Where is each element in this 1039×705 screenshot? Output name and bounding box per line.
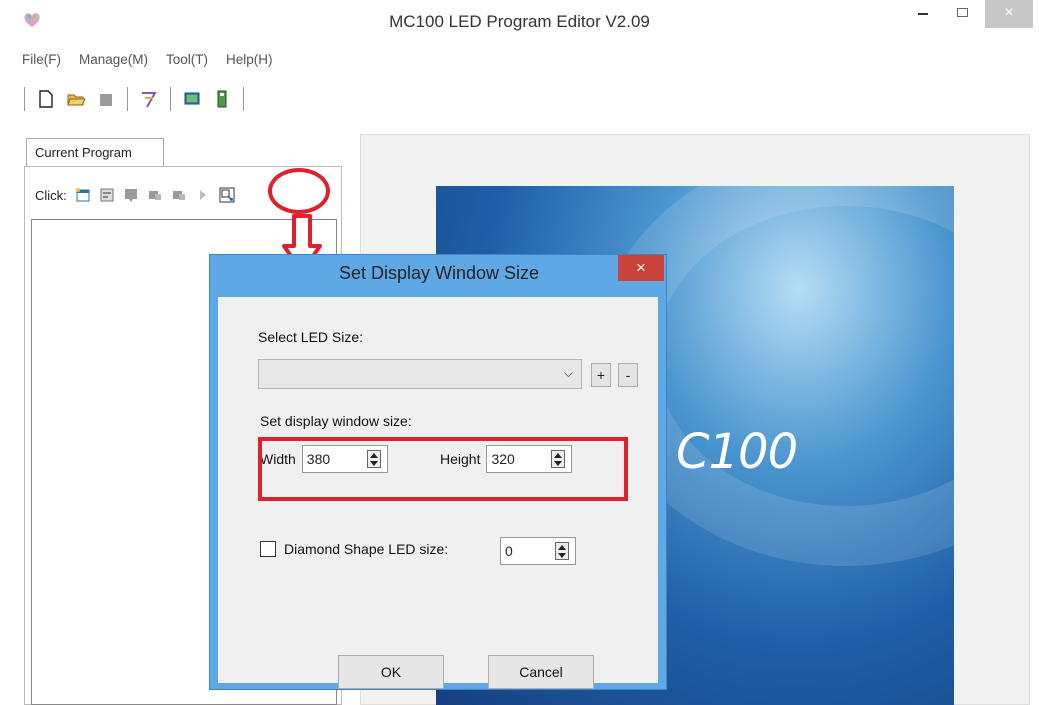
select-led-label: Select LED Size:	[258, 329, 364, 345]
move-up-icon[interactable]	[147, 187, 163, 203]
set-size-label: Set display window size:	[260, 413, 412, 429]
program-tools-row: Click:	[35, 187, 235, 203]
maximize-icon	[957, 8, 968, 17]
display-size-icon[interactable]	[219, 187, 235, 203]
toolbar-separator	[24, 87, 25, 111]
dialog-body: Select LED Size: ⌵ + - Set display windo…	[218, 297, 658, 689]
play-icon[interactable]	[195, 187, 211, 203]
diamond-shape-label: Diamond Shape LED size:	[284, 541, 449, 557]
click-label: Click:	[35, 187, 67, 203]
open-folder-icon[interactable]	[66, 89, 86, 109]
maximize-button[interactable]	[944, 0, 982, 28]
stop-icon[interactable]	[96, 89, 116, 109]
preview-text: C100	[676, 424, 798, 480]
ok-button[interactable]: OK	[338, 655, 444, 689]
minimize-button[interactable]	[904, 0, 942, 28]
menu-tool[interactable]: Tool(T)	[166, 52, 208, 72]
toolbar-separator	[243, 87, 244, 111]
diamond-size-input[interactable]: 0	[500, 537, 576, 565]
menu-bar: File(F) Manage(M) Tool(T) Help(H)	[22, 52, 273, 72]
window-title: MC100 LED Program Editor V2.09	[389, 12, 650, 31]
close-window-button[interactable]: ×	[985, 0, 1033, 28]
minimize-icon	[918, 13, 928, 15]
diamond-shape-checkbox[interactable]	[260, 541, 276, 557]
dialog-title: Set Display Window Size	[338, 263, 540, 283]
toolbar-separator	[170, 87, 171, 111]
set-display-size-dialog: Set Display Window Size × Select LED Siz…	[209, 254, 667, 690]
dialog-close-button[interactable]: ×	[618, 255, 664, 281]
display-icon[interactable]	[182, 89, 202, 109]
diamond-size-value: 0	[505, 543, 513, 559]
toolbar	[18, 84, 250, 114]
menu-file[interactable]: File(F)	[22, 52, 61, 72]
add-led-size-button[interactable]: +	[591, 363, 611, 387]
title-bar: MC100 LED Program Editor V2.09 ×	[0, 0, 1039, 42]
close-icon: ×	[1004, 4, 1014, 21]
move-down-icon[interactable]	[171, 187, 187, 203]
add-area-icon[interactable]	[99, 187, 115, 203]
add-program-icon[interactable]	[75, 187, 91, 203]
tab-current-program[interactable]: Current Program	[26, 138, 164, 166]
chevron-down-icon: ⌵	[563, 366, 573, 380]
remove-led-size-button[interactable]: -	[618, 363, 638, 387]
diamond-spin-icon[interactable]	[555, 542, 569, 560]
cancel-button[interactable]: Cancel	[488, 655, 594, 689]
led-size-select[interactable]: ⌵	[258, 359, 582, 389]
menu-help[interactable]: Help(H)	[226, 52, 273, 72]
new-file-icon[interactable]	[36, 89, 56, 109]
annotation-rectangle	[258, 437, 628, 501]
toolbar-separator	[127, 87, 128, 111]
area-icon[interactable]	[123, 187, 139, 203]
annotation-circle	[268, 168, 330, 214]
menu-manage[interactable]: Manage(M)	[79, 52, 148, 72]
wand-icon[interactable]	[139, 89, 159, 109]
usb-icon[interactable]	[212, 89, 232, 109]
